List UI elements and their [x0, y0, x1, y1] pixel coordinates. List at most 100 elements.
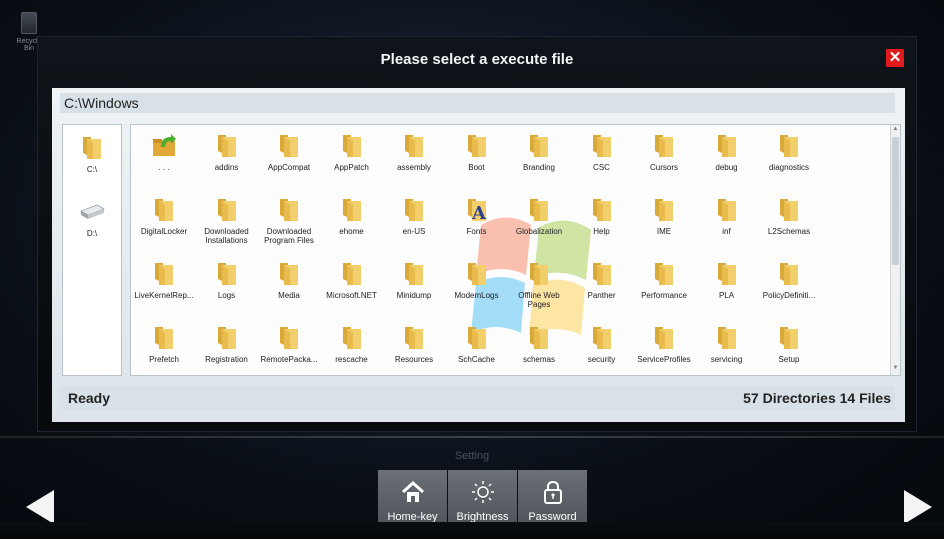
file-item-label: debug	[715, 163, 738, 172]
file-item[interactable]: Downloaded Installations	[196, 193, 258, 253]
file-item[interactable]: PolicyDefiniti...	[758, 257, 820, 317]
file-item[interactable]: Performance	[633, 257, 695, 317]
folder-icon	[592, 199, 611, 221]
file-item[interactable]: Prefetch	[133, 321, 195, 375]
file-item-label: Resources	[394, 355, 434, 364]
file-item-label: Branding	[522, 163, 556, 172]
folder-icon	[405, 327, 423, 349]
file-select-dialog: Please select a execute file ✕ C:\Window…	[37, 36, 917, 432]
file-item[interactable]: Downloaded Program Files	[258, 193, 320, 253]
file-item[interactable]: Setup	[758, 321, 820, 375]
file-item[interactable]: DigitalLocker	[133, 193, 195, 253]
file-grid-scrollbar[interactable]: ▲ ▼	[890, 125, 900, 375]
file-item[interactable]: rescache	[321, 321, 383, 375]
scroll-down-icon[interactable]: ▼	[891, 365, 900, 374]
file-item-label: AppPatch	[334, 163, 369, 172]
file-item[interactable]: LiveKernelRep...	[133, 257, 195, 317]
file-item-label: SchCache	[458, 355, 495, 364]
file-item-label: Fonts	[466, 227, 487, 236]
folder-icon	[592, 327, 611, 349]
file-item-label: AppCompat	[267, 163, 311, 172]
file-item[interactable]: . . .	[133, 129, 195, 189]
file-item-label: . . .	[158, 163, 170, 172]
file-item[interactable]: Registration	[196, 321, 258, 375]
file-item[interactable]: security	[571, 321, 633, 375]
recycle-bin-icon	[21, 12, 37, 34]
file-item[interactable]: CSC	[571, 129, 633, 189]
file-item[interactable]: SchCache	[446, 321, 508, 375]
lock-icon	[543, 480, 562, 504]
file-item[interactable]: servicing	[696, 321, 758, 375]
folder-icon	[467, 135, 486, 157]
file-item[interactable]: ModemLogs	[446, 257, 508, 317]
file-item[interactable]: Boot	[446, 129, 508, 189]
file-item-label: DigitalLocker	[140, 227, 188, 236]
file-item-label: servicing	[710, 355, 743, 364]
file-item[interactable]: inf	[696, 193, 758, 253]
folder-icon	[530, 199, 548, 221]
file-item-label: Globalization	[515, 227, 563, 236]
next-arrow-icon[interactable]	[904, 490, 932, 524]
file-item-label: CSC	[593, 163, 610, 172]
file-item[interactable]: debug	[696, 129, 758, 189]
file-item[interactable]: Media	[258, 257, 320, 317]
folder-icon	[405, 199, 423, 221]
file-item-label: Setup	[778, 355, 800, 364]
file-item-label: ModemLogs	[454, 291, 499, 300]
file-item-label: Performance	[641, 291, 687, 300]
file-item[interactable]: Resources	[383, 321, 445, 375]
scroll-thumb[interactable]	[892, 137, 899, 265]
drive-d[interactable]: D:\	[63, 195, 121, 238]
close-button[interactable]: ✕	[886, 49, 904, 67]
file-item-label: Media	[278, 291, 300, 300]
file-item[interactable]: ehome	[321, 193, 383, 253]
file-item[interactable]: diagnostics	[758, 129, 820, 189]
file-item[interactable]: A Fonts	[446, 193, 508, 253]
file-item[interactable]: Help	[571, 193, 633, 253]
file-item[interactable]: AppPatch	[321, 129, 383, 189]
file-item[interactable]: L2Schemas	[758, 193, 820, 253]
file-item[interactable]: RemotePacka...	[258, 321, 320, 375]
scroll-up-icon[interactable]: ▲	[891, 126, 900, 135]
file-item[interactable]: ServiceProfiles	[633, 321, 695, 375]
previous-arrow-icon[interactable]	[26, 490, 54, 524]
drive-label: D:\	[86, 229, 98, 238]
home-icon	[401, 480, 424, 502]
file-item[interactable]: IME	[633, 193, 695, 253]
file-item-label: Panther	[587, 291, 616, 300]
file-browser-panel: C:\Windows C:\ D:\ ▲ ▼ . . . addins AppC…	[52, 88, 905, 422]
file-item[interactable]: Minidump	[383, 257, 445, 317]
taskbar	[0, 522, 944, 539]
file-item[interactable]: AppCompat	[258, 129, 320, 189]
file-item-label: LiveKernelRep...	[134, 291, 194, 300]
folder-icon	[342, 199, 361, 221]
file-item-label: security	[587, 355, 616, 364]
file-item-label: IME	[656, 227, 672, 236]
file-item-label: assembly	[397, 163, 431, 172]
file-item[interactable]: Microsoft.NET	[321, 257, 383, 317]
file-item[interactable]: en-US	[383, 193, 445, 253]
file-item[interactable]: Panther	[571, 257, 633, 317]
folder-icon	[280, 199, 298, 221]
folder-up-icon	[153, 134, 176, 156]
file-item[interactable]: schemas	[508, 321, 570, 375]
folder-icon	[342, 263, 361, 285]
file-item[interactable]: addins	[196, 129, 258, 189]
folder-icon	[217, 199, 236, 221]
file-item[interactable]: Logs	[196, 257, 258, 317]
folder-icon	[217, 135, 236, 157]
file-item-label: PLA	[718, 291, 735, 300]
file-item[interactable]: assembly	[383, 129, 445, 189]
file-item[interactable]: Cursors	[633, 129, 695, 189]
divider	[0, 436, 944, 438]
file-item[interactable]: PLA	[696, 257, 758, 317]
folder-icon	[155, 199, 173, 221]
file-item[interactable]: Globalization	[508, 193, 570, 253]
folder-icon	[717, 199, 736, 221]
file-item[interactable]: Branding	[508, 129, 570, 189]
drive-c[interactable]: C:\	[63, 131, 121, 174]
svg-text:A: A	[471, 203, 487, 223]
file-item-label: PolicyDefiniti...	[762, 291, 816, 300]
drive-list: C:\ D:\	[62, 124, 122, 376]
file-item[interactable]: Offline Web Pages	[508, 257, 570, 317]
